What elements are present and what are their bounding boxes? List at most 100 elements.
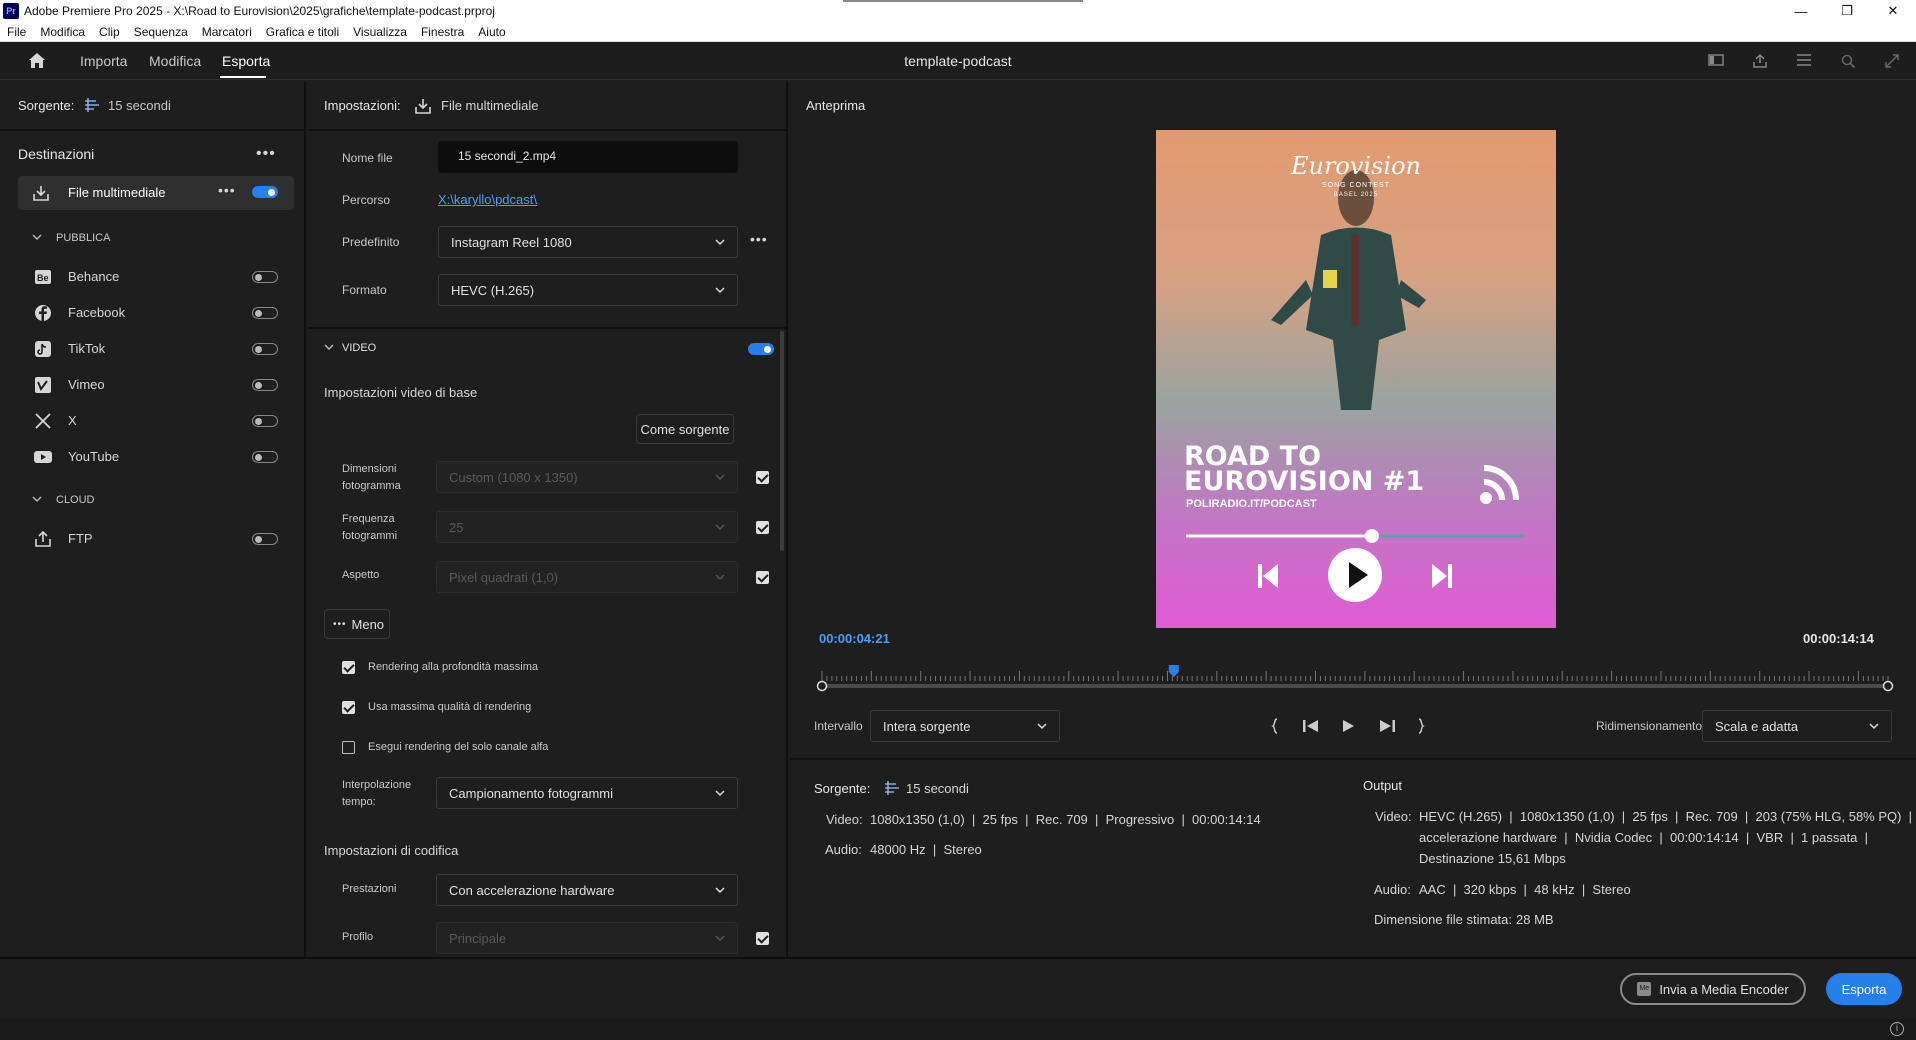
alpha-only-label: Esegui rendering del solo canale alfa	[368, 741, 549, 753]
aspect-dropdown[interactable]: Pixel quadrati (1,0)	[436, 561, 738, 593]
menu-grafica[interactable]: Grafica e titoli	[259, 25, 346, 39]
menu-modifica[interactable]: Modifica	[33, 25, 92, 39]
media-file-toggle[interactable]	[252, 186, 278, 198]
frame-size-checkbox[interactable]	[756, 471, 769, 484]
dest-tiktok[interactable]: TikTok	[0, 331, 306, 367]
dest-x-label: X	[68, 413, 77, 428]
divider	[308, 327, 786, 329]
alpha-only-checkbox[interactable]	[342, 741, 355, 754]
source-audio-info: 48000 Hz | Stereo	[870, 842, 982, 857]
behance-toggle[interactable]	[252, 271, 278, 283]
dest-facebook[interactable]: Facebook	[0, 295, 306, 331]
settings-label: Impostazioni:	[324, 98, 401, 113]
share-icon[interactable]	[1752, 53, 1768, 69]
max-quality-checkbox[interactable]	[342, 701, 355, 714]
format-dropdown[interactable]: HEVC (H.265)	[438, 274, 738, 306]
aspect-checkbox[interactable]	[756, 571, 769, 584]
close-icon[interactable]: ✕	[1870, 0, 1916, 22]
scaling-dropdown[interactable]: Scala e adatta	[1702, 710, 1892, 742]
settings-scrollbar[interactable]	[780, 331, 784, 551]
max-depth-checkbox[interactable]	[342, 661, 355, 674]
chevron-down-icon[interactable]	[324, 343, 334, 351]
behance-icon: Be	[34, 268, 52, 286]
step-forward-icon[interactable]	[1378, 718, 1396, 734]
preset-more-icon[interactable]: •••	[750, 231, 768, 247]
tab-modifica[interactable]: Modifica	[149, 53, 201, 69]
destinations-more-icon[interactable]: •••	[256, 145, 276, 163]
path-link[interactable]: X:\karyllo\pdcast\	[438, 192, 537, 207]
profile-dropdown[interactable]: Principale	[436, 922, 738, 954]
play-icon[interactable]	[1340, 718, 1356, 734]
max-quality-label: Usa massima qualità di rendering	[368, 701, 532, 713]
video-toggle[interactable]	[748, 343, 774, 355]
match-source-button[interactable]: Come sorgente	[636, 414, 734, 444]
menu-visualizza[interactable]: Visualizza	[346, 25, 414, 39]
dest-x[interactable]: X	[0, 403, 306, 439]
menu-aiuto[interactable]: Aiuto	[471, 25, 512, 39]
playhead[interactable]	[1168, 665, 1179, 677]
frame-rate-dropdown[interactable]: 25	[436, 511, 738, 543]
chevron-down-icon	[715, 790, 725, 797]
menu-file[interactable]: File	[0, 25, 33, 39]
tiktok-icon	[34, 340, 52, 358]
mark-in-icon[interactable]	[1270, 717, 1280, 735]
chevron-down-icon[interactable]	[32, 233, 42, 241]
headline-line2: EUROVISION #1	[1184, 466, 1425, 497]
profile-checkbox[interactable]	[756, 932, 769, 945]
dest-vimeo[interactable]: Vimeo	[0, 367, 306, 403]
settings-value: File multimediale	[441, 98, 539, 113]
video-section: VIDEO	[342, 342, 377, 354]
preset-dropdown[interactable]: Instagram Reel 1080	[438, 226, 738, 258]
publish-section: PUBBLICA	[56, 232, 111, 244]
dest-behance[interactable]: Be Behance	[0, 259, 306, 295]
frame-size-dropdown[interactable]: Custom (1080 x 1350)	[436, 461, 738, 493]
minimize-icon[interactable]: —	[1778, 0, 1824, 22]
status-bar: i	[0, 1019, 1916, 1040]
timeline-ruler[interactable]	[816, 665, 1894, 695]
youtube-toggle[interactable]	[252, 451, 278, 463]
fullscreen-icon[interactable]	[1884, 53, 1900, 69]
tiktok-toggle[interactable]	[252, 343, 278, 355]
tab-esporta[interactable]: Esporta	[222, 53, 270, 69]
dest-media-file-label: File multimediale	[68, 185, 166, 200]
filename-input[interactable]: 15 secondi_2.mp4	[438, 141, 738, 173]
send-to-media-encoder-label: Invia a Media Encoder	[1659, 981, 1789, 997]
interp-dropdown[interactable]: Campionamento fotogrammi	[436, 777, 738, 809]
performance-dropdown[interactable]: Con accelerazione hardware	[436, 874, 738, 906]
output-video-line3: Destinazione 15,61 Mbps	[1419, 851, 1566, 866]
info-icon[interactable]: i	[1890, 1022, 1904, 1036]
media-file-more-icon[interactable]: •••	[218, 182, 236, 198]
menu-finestra[interactable]: Finestra	[414, 25, 471, 39]
project-title: template-podcast	[904, 53, 1012, 69]
current-timecode[interactable]: 00:00:04:21	[819, 631, 890, 646]
tab-importa[interactable]: Importa	[80, 53, 127, 69]
panel-layout-icon[interactable]	[1708, 53, 1724, 67]
vimeo-toggle[interactable]	[252, 379, 278, 391]
chevron-down-icon[interactable]	[32, 495, 42, 503]
search-icon[interactable]	[1840, 53, 1856, 69]
source-label: Sorgente:	[18, 98, 75, 113]
menu-list-icon[interactable]	[1796, 53, 1812, 67]
send-to-media-encoder-button[interactable]: Me Invia a Media Encoder	[1620, 973, 1806, 1005]
export-button[interactable]: Esporta	[1826, 973, 1902, 1005]
sequence-icon	[884, 780, 900, 796]
divider	[790, 758, 1916, 760]
menu-sequenza[interactable]: Sequenza	[127, 25, 195, 39]
less-button[interactable]: ••• Meno	[324, 609, 390, 639]
dest-media-file[interactable]: File multimediale •••	[18, 176, 294, 210]
footer-bar: Me Invia a Media Encoder Esporta	[0, 959, 1916, 1019]
mark-out-icon[interactable]	[1416, 717, 1426, 735]
x-toggle[interactable]	[252, 415, 278, 427]
dest-ftp[interactable]: FTP	[0, 521, 306, 557]
menu-clip[interactable]: Clip	[92, 25, 127, 39]
restore-icon[interactable]: ❐	[1824, 0, 1870, 22]
dest-youtube[interactable]: YouTube	[0, 439, 306, 475]
ftp-toggle[interactable]	[252, 533, 278, 545]
range-dropdown[interactable]: Intera sorgente	[870, 710, 1060, 742]
frame-rate-checkbox[interactable]	[756, 521, 769, 534]
preview-title: Anteprima	[806, 98, 866, 113]
menu-marcatori[interactable]: Marcatori	[195, 25, 259, 39]
step-back-icon[interactable]	[1302, 718, 1320, 734]
home-icon[interactable]	[28, 52, 46, 69]
facebook-toggle[interactable]	[252, 307, 278, 319]
